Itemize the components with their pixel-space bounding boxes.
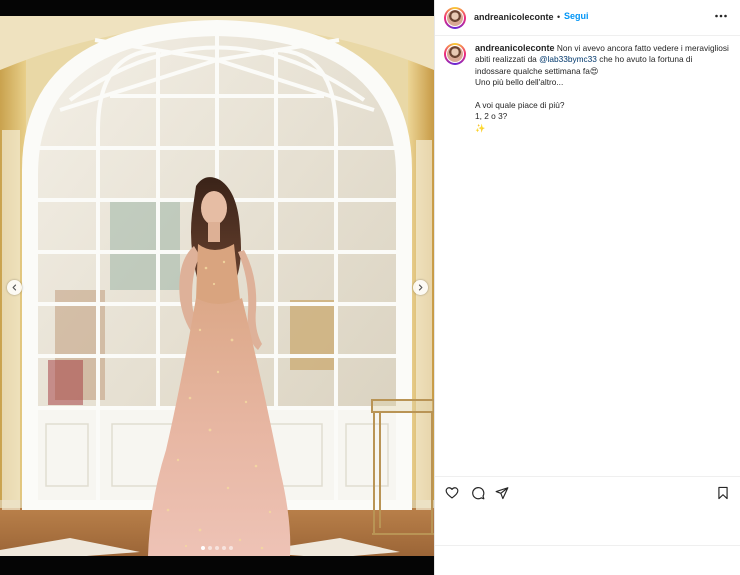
instagram-post-modal: andreanicoleconte • Segui andreanicoleco… bbox=[0, 0, 740, 575]
post-media[interactable] bbox=[0, 0, 434, 575]
chevron-left-icon bbox=[12, 284, 17, 291]
carousel-dot bbox=[201, 546, 205, 550]
follow-button[interactable]: Segui bbox=[564, 11, 589, 21]
caption-line: Uno più bello dell'altro... bbox=[475, 77, 564, 88]
caption-author-avatar[interactable] bbox=[444, 43, 466, 65]
avatar-photo bbox=[447, 10, 463, 26]
previous-slide-button[interactable] bbox=[7, 280, 22, 295]
post-caption: andreanicoleconte Non vi avevo ancora fa… bbox=[475, 43, 729, 134]
author-avatar[interactable] bbox=[444, 7, 466, 29]
carousel-dot bbox=[215, 546, 219, 550]
carousel-dot bbox=[229, 546, 233, 550]
author-username[interactable]: andreanicoleconte bbox=[474, 12, 554, 22]
comment-button[interactable] bbox=[471, 486, 485, 500]
carousel-dot bbox=[208, 546, 212, 550]
heart-icon bbox=[445, 487, 459, 499]
post-side-panel: andreanicoleconte • Segui andreanicoleco… bbox=[434, 0, 740, 575]
post-header: andreanicoleconte • Segui bbox=[435, 0, 740, 36]
post-actions-bar bbox=[435, 476, 740, 506]
caption-line: 1, 2 o 3? bbox=[475, 111, 508, 122]
comment-icon bbox=[472, 487, 485, 500]
next-slide-button[interactable] bbox=[413, 280, 428, 295]
chevron-right-icon bbox=[418, 284, 423, 291]
send-icon bbox=[495, 487, 509, 500]
save-button[interactable] bbox=[716, 486, 730, 500]
caption-mention-link[interactable]: @lab33bymc33 bbox=[539, 54, 597, 64]
panel-divider bbox=[435, 545, 740, 546]
carousel-indicator bbox=[0, 546, 434, 550]
like-button[interactable] bbox=[445, 486, 459, 500]
post-photo bbox=[0, 0, 434, 575]
carousel-dot bbox=[222, 546, 226, 550]
share-button[interactable] bbox=[495, 486, 509, 500]
more-options-icon[interactable] bbox=[714, 9, 728, 23]
bookmark-icon bbox=[718, 486, 728, 500]
avatar-photo bbox=[447, 46, 463, 62]
caption-username[interactable]: andreanicoleconte bbox=[475, 43, 555, 53]
sparkles-emoji: ✨ bbox=[475, 122, 486, 133]
caption-line: A voi quale piace di più? bbox=[475, 100, 565, 111]
header-separator: • bbox=[557, 12, 561, 22]
